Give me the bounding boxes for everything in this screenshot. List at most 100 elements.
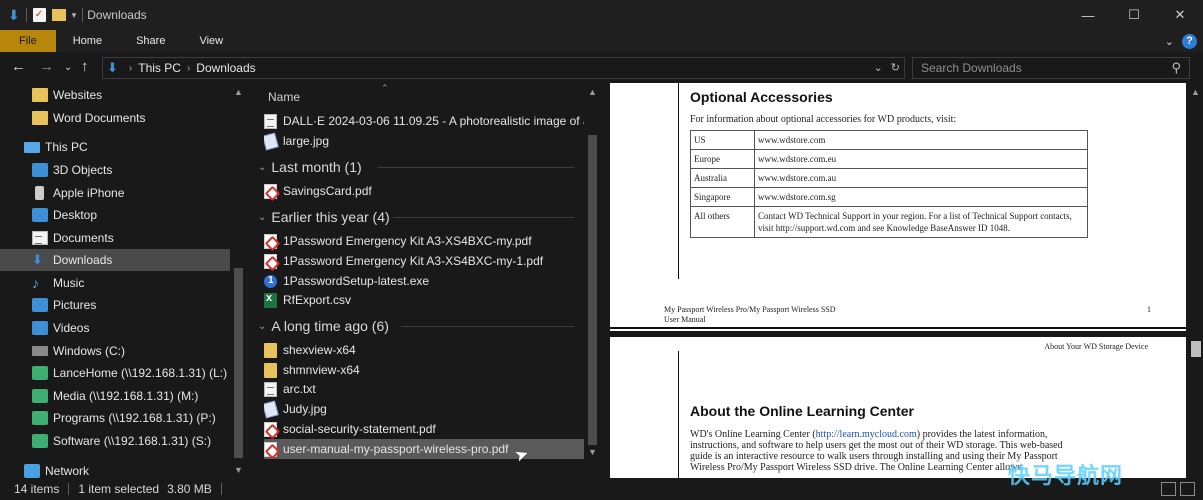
- tab-file[interactable]: File: [0, 30, 56, 52]
- folder-icon: [32, 111, 48, 125]
- paragraph-text: WD's Online Learning Center (: [690, 429, 816, 440]
- scroll-up-arrow-icon[interactable]: ▲: [234, 87, 243, 97]
- phone-icon: [35, 186, 44, 200]
- list-item[interactable]: shexview-x64: [264, 340, 584, 360]
- list-item[interactable]: large.jpg: [264, 131, 584, 151]
- file-list-scrollbar[interactable]: ▲ ▼: [585, 83, 600, 478]
- page-number: 1: [1147, 305, 1151, 314]
- scrollbar-thumb[interactable]: [1191, 341, 1201, 357]
- recent-locations-chevron-icon[interactable]: ⌄: [64, 62, 72, 73]
- breadcrumb-this-pc[interactable]: This PC: [138, 61, 181, 75]
- minimize-button[interactable]: —: [1065, 0, 1111, 30]
- group-header-last-month[interactable]: ⌄ Last month (1): [258, 156, 574, 178]
- scroll-down-arrow-icon[interactable]: ▼: [234, 465, 243, 475]
- help-button[interactable]: ?: [1182, 33, 1197, 49]
- nav-item-media-m[interactable]: Media (\\192.168.1.31) (M:): [0, 385, 230, 407]
- sort-chevron-icon: ⌃: [381, 83, 389, 93]
- properties-icon[interactable]: ✓: [32, 8, 46, 22]
- large-icons-view-icon[interactable]: [1180, 482, 1195, 496]
- nav-item-label: LanceHome (\\192.168.1.31) (L:): [53, 366, 228, 380]
- downloads-location-icon: ⬇: [107, 60, 118, 75]
- list-item[interactable]: social-security-statement.pdf: [264, 419, 584, 439]
- learning-center-link[interactable]: http://learn.mycloud.com: [816, 429, 917, 440]
- address-history-chevron-icon[interactable]: ⌄: [874, 61, 883, 74]
- nav-item-downloads[interactable]: ⬇ Downloads: [0, 249, 230, 271]
- new-folder-icon[interactable]: [51, 9, 66, 21]
- nav-item-label: Videos: [53, 321, 90, 335]
- file-name: shmnview-x64: [283, 363, 360, 377]
- forward-arrow-icon[interactable]: →: [39, 58, 54, 75]
- breadcrumb-chevron-icon[interactable]: ›: [187, 63, 190, 74]
- cube-icon: [32, 163, 48, 177]
- status-divider: [220, 483, 222, 495]
- expand-ribbon-chevron-icon[interactable]: ⌄: [1165, 35, 1174, 48]
- column-header-name[interactable]: Name: [268, 90, 300, 104]
- details-view-icon[interactable]: [1161, 482, 1176, 496]
- address-row: ← → ⌄ ↑ ⬇ › This PC › Downloads ⌄ ↻ Sear…: [0, 52, 1203, 83]
- nav-item-3d-objects[interactable]: 3D Objects: [0, 159, 230, 181]
- videos-icon: [32, 321, 48, 335]
- preview-scrollbar[interactable]: ▲: [1188, 83, 1203, 478]
- nav-item-lancehome-l[interactable]: LanceHome (\\192.168.1.31) (L:): [0, 362, 230, 384]
- group-header-a-long-time-ago[interactable]: ⌄ A long time ago (6): [258, 315, 574, 337]
- back-arrow-icon[interactable]: ←: [11, 58, 26, 75]
- file-name: arc.txt: [283, 382, 316, 396]
- nav-item-documents[interactable]: Documents: [0, 227, 230, 249]
- tab-share[interactable]: Share: [119, 30, 182, 52]
- nav-item-word-documents[interactable]: Word Documents: [0, 107, 230, 129]
- nav-item-pictures[interactable]: Pictures: [0, 294, 230, 316]
- nav-item-label: Windows (C:): [53, 344, 126, 358]
- list-item[interactable]: arc.txt: [264, 379, 584, 399]
- search-icon[interactable]: ⚲: [1171, 60, 1181, 76]
- scrollbar-thumb[interactable]: [588, 135, 597, 445]
- navigation-scrollbar[interactable]: ▲ ▼: [231, 83, 246, 478]
- breadcrumb-chevron-icon[interactable]: ›: [129, 63, 132, 74]
- list-item[interactable]: 1Password Emergency Kit A3-XS4BXC-my.pdf: [264, 231, 584, 251]
- breadcrumb-downloads[interactable]: Downloads: [196, 61, 255, 75]
- nav-item-label: Downloads: [53, 253, 113, 267]
- list-item[interactable]: 1PasswordSetup-latest.exe: [264, 271, 584, 291]
- nav-item-desktop[interactable]: Desktop: [0, 204, 230, 226]
- pictures-icon: [32, 298, 48, 312]
- nav-item-software-s[interactable]: Software (\\192.168.1.31) (S:): [0, 430, 230, 452]
- pdf-page-2: About Your WD Storage Device About the O…: [610, 337, 1186, 478]
- search-input[interactable]: Search Downloads ⚲: [912, 57, 1190, 79]
- nav-item-windows-c[interactable]: Windows (C:): [0, 340, 230, 362]
- scrollbar-thumb[interactable]: [234, 268, 243, 458]
- list-item[interactable]: 1Password Emergency Kit A3-XS4BXC-my-1.p…: [264, 251, 584, 271]
- customize-toolbar-chevron-icon[interactable]: ▾: [72, 10, 77, 21]
- list-item[interactable]: DALL·E 2024-03-06 11.09.25 - A photoreal…: [264, 111, 584, 131]
- scroll-up-arrow-icon[interactable]: ▲: [588, 87, 597, 97]
- list-item[interactable]: Judy.jpg: [264, 399, 584, 419]
- nav-item-programs-p[interactable]: Programs (\\192.168.1.31) (P:): [0, 407, 230, 429]
- list-item[interactable]: RfExport.csv: [264, 290, 584, 310]
- address-bar[interactable]: ⬇ › This PC › Downloads ⌄ ↻: [102, 57, 905, 79]
- tab-home[interactable]: Home: [56, 30, 119, 52]
- list-item[interactable]: SavingsCard.pdf: [264, 181, 584, 201]
- scroll-down-arrow-icon[interactable]: ▼: [588, 447, 597, 457]
- collapse-chevron-icon[interactable]: ⌄: [258, 162, 266, 173]
- up-arrow-icon[interactable]: ↑: [81, 58, 89, 75]
- collapse-chevron-icon[interactable]: ⌄: [258, 212, 266, 223]
- downloads-arrow-icon[interactable]: ⬇: [8, 7, 20, 24]
- nav-item-label: This PC: [45, 140, 88, 154]
- maximize-button[interactable]: ☐: [1111, 0, 1157, 30]
- nav-item-music[interactable]: ♪ Music: [0, 272, 230, 294]
- collapse-chevron-icon[interactable]: ⌄: [258, 321, 266, 332]
- list-item[interactable]: shmnview-x64: [264, 360, 584, 380]
- nav-item-websites[interactable]: Websites: [0, 84, 230, 106]
- footer-line: My Passport Wireless Pro/My Passport Wir…: [664, 305, 836, 314]
- preview-pane[interactable]: Optional Accessories For information abo…: [602, 83, 1203, 478]
- tab-view[interactable]: View: [182, 30, 240, 52]
- refresh-icon[interactable]: ↻: [891, 61, 900, 74]
- nav-item-apple-iphone[interactable]: Apple iPhone: [0, 182, 230, 204]
- nav-item-label: Network: [45, 464, 90, 478]
- nav-item-network[interactable]: Network: [0, 460, 230, 478]
- list-item-selected[interactable]: user-manual-my-passport-wireless-pro.pdf: [264, 439, 584, 459]
- nav-item-this-pc[interactable]: This PC: [0, 136, 230, 158]
- close-button[interactable]: ✕: [1157, 0, 1203, 30]
- page-footer: My Passport Wireless Pro/My Passport Wir…: [664, 305, 836, 325]
- nav-item-videos[interactable]: Videos: [0, 317, 230, 339]
- group-header-earlier-this-year[interactable]: ⌄ Earlier this year (4): [258, 206, 574, 228]
- scroll-up-arrow-icon[interactable]: ▲: [1191, 87, 1200, 97]
